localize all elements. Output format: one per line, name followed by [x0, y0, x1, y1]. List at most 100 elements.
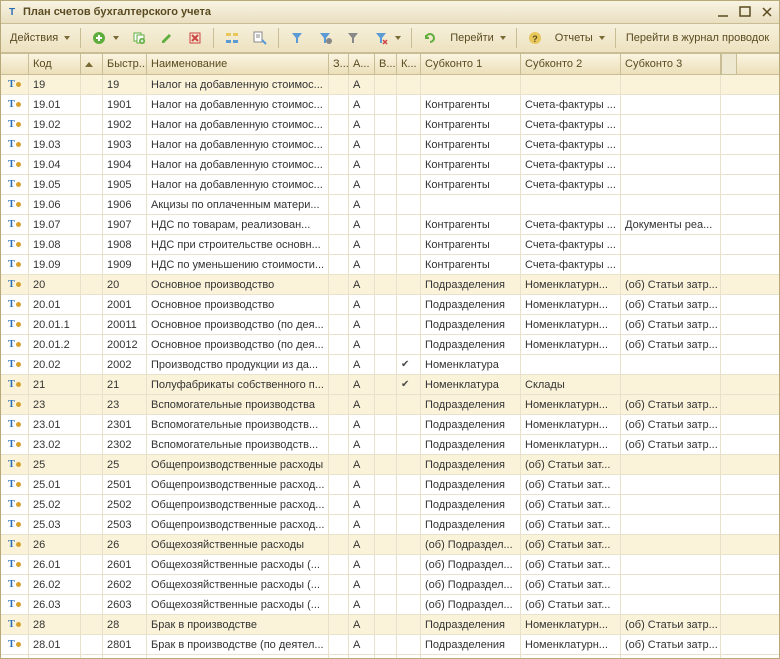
cell-sk2: (об) Статьи зат... [521, 455, 621, 474]
find-button[interactable] [247, 26, 273, 50]
table-row[interactable]: Т26.032603Общехозяйственные расходы (...… [1, 595, 779, 615]
table-row[interactable]: Т2525Общепроизводственные расходыАПодраз… [1, 455, 779, 475]
table-row[interactable]: Т26.012601Общехозяйственные расходы (...… [1, 555, 779, 575]
cell-s1 [329, 215, 349, 234]
cell-code: 23 [29, 395, 81, 414]
cell-s1 [329, 395, 349, 414]
cell-sk1: (об) Подраздел... [421, 595, 521, 614]
col-sk3[interactable]: Субконто 3 [621, 54, 721, 74]
col-icon[interactable] [1, 54, 29, 74]
minimize-button[interactable] [715, 5, 731, 19]
table-row[interactable]: Т20.012001Основное производствоАПодразде… [1, 295, 779, 315]
table-row[interactable]: Т25.022502Общепроизводственные расход...… [1, 495, 779, 515]
table-row[interactable]: Т25.032503Общепроизводственные расход...… [1, 515, 779, 535]
table-row[interactable]: Т19.021902Налог на добавленную стоимос..… [1, 115, 779, 135]
cell-s4 [397, 295, 421, 314]
table-row[interactable]: Т20.01.220012Основное производство (по д… [1, 335, 779, 355]
cell-s2: А [349, 155, 375, 174]
table-row[interactable]: Т2020Основное производствоАПодразделения… [1, 275, 779, 295]
cell-s3 [375, 275, 397, 294]
table-row[interactable]: Т2323Вспомогательные производстваАПодраз… [1, 395, 779, 415]
table-row[interactable]: Т20.01.120011Основное производство (по д… [1, 315, 779, 335]
filter2-button[interactable] [312, 26, 338, 50]
separator [411, 28, 412, 48]
filter4-button[interactable] [368, 26, 406, 50]
hierarchy-button[interactable] [219, 26, 245, 50]
table-row[interactable]: Т19.011901Налог на добавленную стоимос..… [1, 95, 779, 115]
table-row[interactable]: Т19.061906Акцизы по оплаченным матери...… [1, 195, 779, 215]
maximize-button[interactable] [737, 5, 753, 19]
cell-sk3 [621, 155, 721, 174]
actions-label: Действия [10, 32, 58, 44]
col-sk1[interactable]: Субконто 1 [421, 54, 521, 74]
add-button[interactable] [86, 26, 124, 50]
separator [278, 28, 279, 48]
cell-s3 [375, 535, 397, 554]
goto-menu[interactable]: Перейти [445, 26, 511, 50]
cell-sk1: Подразделения [421, 415, 521, 434]
journal-button[interactable]: Перейти в журнал проводок [621, 26, 774, 50]
table-row[interactable]: Т28.022802Брак в производстве (по деятел… [1, 655, 779, 658]
table-row[interactable]: Т1919Налог на добавленную стоимос...А [1, 75, 779, 95]
table-row[interactable]: Т19.041904Налог на добавленную стоимос..… [1, 155, 779, 175]
cell-sk3 [621, 555, 721, 574]
table-row[interactable]: Т19.091909НДС по уменьшению стоимости...… [1, 255, 779, 275]
cell-s2: А [349, 435, 375, 454]
grid-body[interactable]: Т1919Налог на добавленную стоимос...АТ19… [1, 75, 779, 658]
table-row[interactable]: Т2828Брак в производствеАПодразделенияНо… [1, 615, 779, 635]
table-row[interactable]: Т19.031903Налог на добавленную стоимос..… [1, 135, 779, 155]
table-row[interactable]: Т19.071907НДС по товарам, реализован...А… [1, 215, 779, 235]
table-row[interactable]: Т2626Общехозяйственные расходыА(об) Подр… [1, 535, 779, 555]
cell-code: 25 [29, 455, 81, 474]
cell-sk1: Контрагенты [421, 255, 521, 274]
account-icon: Т [8, 79, 21, 90]
cell-s3 [375, 175, 397, 194]
table-row[interactable]: Т23.022302Вспомогательные производств...… [1, 435, 779, 455]
col-fast[interactable]: Быстр... [103, 54, 147, 74]
cell-sk3: (об) Статьи затр... [621, 435, 721, 454]
cell-sk2: (об) Статьи зат... [521, 495, 621, 514]
help-button[interactable]: ? [522, 26, 548, 50]
account-icon: Т [8, 179, 21, 190]
filter1-button[interactable] [284, 26, 310, 50]
col-s1[interactable]: З... [329, 54, 349, 74]
cell-sk1: (об) Подраздел... [421, 575, 521, 594]
close-button[interactable] [759, 5, 775, 19]
cell-sk3: (об) Статьи затр... [621, 295, 721, 314]
reports-menu[interactable]: Отчеты [550, 26, 610, 50]
table-row[interactable]: Т19.081908НДС при строительстве основн..… [1, 235, 779, 255]
cell-fast: 1904 [103, 155, 147, 174]
refresh-button[interactable] [417, 26, 443, 50]
col-code[interactable]: Код [29, 54, 81, 74]
cell-icon: Т [1, 155, 29, 174]
col-s2[interactable]: А... [349, 54, 375, 74]
table-row[interactable]: Т28.012801Брак в производстве (по деятел… [1, 635, 779, 655]
cell-s4: ✔ [397, 355, 421, 374]
cell-sk3 [621, 135, 721, 154]
edit-button[interactable] [154, 26, 180, 50]
col-name[interactable]: Наименование [147, 54, 329, 74]
table-row[interactable]: Т2121Полуфабрикаты собственного п...А✔Но… [1, 375, 779, 395]
filter3-button[interactable] [340, 26, 366, 50]
cell-s2: А [349, 295, 375, 314]
cell-sort [81, 175, 103, 194]
table-row[interactable]: Т26.022602Общехозяйственные расходы (...… [1, 575, 779, 595]
cell-sk3 [621, 115, 721, 134]
cell-code: 28.02 [29, 655, 81, 658]
col-s3[interactable]: В... [375, 54, 397, 74]
table-row[interactable]: Т19.051905Налог на добавленную стоимос..… [1, 175, 779, 195]
col-sort[interactable] [81, 54, 103, 74]
col-sk2[interactable]: Субконто 2 [521, 54, 621, 74]
table-row[interactable]: Т23.012301Вспомогательные производств...… [1, 415, 779, 435]
table-row[interactable]: Т20.022002Производство продукции из да..… [1, 355, 779, 375]
copy-button[interactable] [126, 26, 152, 50]
cell-sk3 [621, 495, 721, 514]
table-row[interactable]: Т25.012501Общепроизводственные расход...… [1, 475, 779, 495]
cell-s1 [329, 435, 349, 454]
cell-s3 [375, 575, 397, 594]
cell-sort [81, 235, 103, 254]
cell-icon: Т [1, 195, 29, 214]
actions-menu[interactable]: Действия [5, 26, 75, 50]
col-s4[interactable]: К... [397, 54, 421, 74]
delete-button[interactable] [182, 26, 208, 50]
